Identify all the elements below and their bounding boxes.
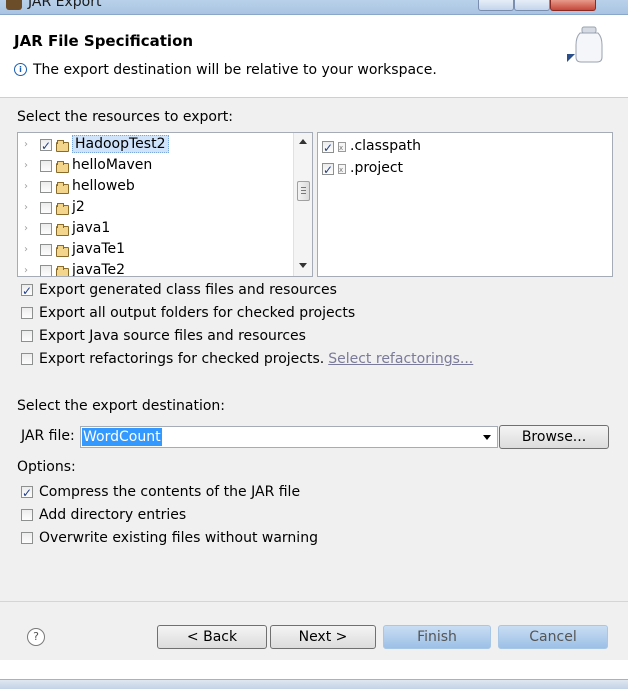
checkbox[interactable]	[21, 509, 33, 521]
tree-checkbox[interactable]	[40, 264, 52, 276]
tree-checkbox[interactable]	[40, 136, 52, 157]
file-icon	[338, 160, 346, 181]
select-refactorings-link[interactable]: Select refactorings...	[328, 351, 473, 367]
tree-scrollbar[interactable]	[293, 133, 312, 276]
browse-button[interactable]: Browse...	[499, 425, 609, 449]
tree-row-helloweb[interactable]: › helloweb	[18, 176, 293, 197]
tree-item-label: j2	[72, 199, 85, 215]
expand-chevron-icon[interactable]: ›	[24, 239, 34, 260]
resources-label: Select the resources to export:	[17, 109, 233, 125]
project-folder-icon	[56, 223, 69, 236]
compress-option[interactable]: Compress the contents of the JAR file	[21, 482, 301, 503]
option-label: Add directory entries	[39, 507, 187, 523]
tree-item-label: javaTe2	[72, 262, 126, 276]
tree-row-javate1[interactable]: › javaTe1	[18, 239, 293, 260]
checkbox[interactable]	[21, 532, 33, 544]
option-label: Export all output folders for checked pr…	[39, 305, 356, 321]
tree-checkbox[interactable]	[40, 159, 52, 172]
expand-chevron-icon[interactable]: ›	[24, 197, 34, 218]
overwrite-option[interactable]: Overwrite existing files without warning	[21, 528, 318, 548]
project-folder-icon	[56, 139, 69, 152]
dropdown-arrow-icon[interactable]	[483, 435, 491, 440]
scroll-thumb[interactable]	[297, 181, 310, 201]
expand-chevron-icon[interactable]: ›	[24, 260, 34, 276]
close-button[interactable]	[550, 0, 596, 11]
export-output-folders-option[interactable]: Export all output folders for checked pr…	[21, 303, 355, 323]
checkbox[interactable]	[21, 330, 33, 342]
file-row-project[interactable]: .project	[322, 158, 404, 181]
tree-item-label: helloMaven	[72, 157, 153, 173]
expand-chevron-icon[interactable]: ›	[24, 134, 34, 155]
tree-item-label: javaTe1	[72, 241, 126, 257]
tree-item-label: helloweb	[72, 178, 135, 194]
tree-checkbox[interactable]	[40, 222, 52, 235]
checkbox[interactable]	[21, 281, 33, 301]
option-label: Export generated class files and resourc…	[39, 282, 337, 298]
file-list[interactable]: .classpath .project	[317, 132, 613, 277]
checkbox[interactable]	[21, 483, 33, 503]
eclipse-app-icon	[6, 0, 22, 10]
file-icon	[338, 138, 346, 159]
jar-wizard-icon	[567, 26, 603, 63]
file-label: .project	[350, 160, 404, 176]
next-button[interactable]: Next >	[270, 625, 376, 649]
file-checkbox[interactable]	[322, 138, 334, 159]
checkbox[interactable]	[21, 307, 33, 319]
export-source-files-option[interactable]: Export Java source files and resources	[21, 326, 306, 346]
option-label: Compress the contents of the JAR file	[39, 484, 301, 500]
export-class-files-option[interactable]: Export generated class files and resourc…	[21, 280, 337, 301]
tree-row-java1[interactable]: › java1	[18, 218, 293, 239]
tree-row-javate2[interactable]: › javaTe2	[18, 260, 293, 276]
project-folder-icon	[56, 202, 69, 215]
destination-label: Select the export destination:	[17, 398, 226, 414]
info-icon: i	[14, 63, 27, 76]
scroll-up-icon[interactable]	[299, 139, 307, 144]
tree-checkbox[interactable]	[40, 243, 52, 256]
wizard-header: JAR File Specification i The export desti…	[0, 15, 628, 98]
page-title: JAR File Specification	[14, 32, 194, 50]
option-label: Export Java source files and resources	[39, 328, 306, 344]
option-label: Export refactorings for checked projects…	[39, 351, 325, 367]
tree-row-j2[interactable]: › j2	[18, 197, 293, 218]
scroll-down-icon[interactable]	[299, 263, 307, 268]
directory-entries-option[interactable]: Add directory entries	[21, 505, 186, 525]
project-folder-icon	[56, 265, 69, 276]
tree-item-label: HadoopTest2	[72, 135, 169, 153]
project-folder-icon	[56, 181, 69, 194]
expand-chevron-icon[interactable]: ›	[24, 218, 34, 239]
expand-chevron-icon[interactable]: ›	[24, 155, 34, 176]
export-refactorings-option[interactable]: Export refactorings for checked projects…	[21, 349, 473, 369]
help-icon[interactable]: ?	[27, 628, 45, 646]
jar-file-label: JAR file:	[21, 428, 75, 444]
project-folder-icon	[56, 160, 69, 173]
file-row-classpath[interactable]: .classpath	[322, 136, 422, 159]
options-label: Options:	[17, 459, 76, 475]
checkbox[interactable]	[21, 353, 33, 365]
minimize-button[interactable]	[478, 0, 514, 11]
finish-button[interactable]: Finish	[383, 625, 491, 649]
option-label: Overwrite existing files without warning	[39, 530, 318, 546]
jar-file-value[interactable]: WordCount	[82, 428, 162, 446]
file-label: .classpath	[350, 138, 422, 154]
file-checkbox[interactable]	[322, 160, 334, 181]
tree-checkbox[interactable]	[40, 180, 52, 193]
project-tree[interactable]: › HadoopTest2 › helloMaven › helloweb › …	[17, 132, 313, 277]
title-bar: JAR Export	[0, 0, 628, 15]
tree-row-hadooptest2[interactable]: › HadoopTest2	[18, 134, 293, 157]
maximize-button[interactable]	[514, 0, 550, 11]
window-title: JAR Export	[28, 0, 102, 10]
project-folder-icon	[56, 244, 69, 257]
expand-chevron-icon[interactable]: ›	[24, 176, 34, 197]
tree-item-label: java1	[72, 220, 111, 236]
back-button[interactable]: < Back	[157, 625, 267, 649]
header-message: i The export destination will be relative…	[14, 62, 437, 78]
tree-checkbox[interactable]	[40, 201, 52, 214]
header-message-text: The export destination will be relative …	[33, 62, 437, 78]
tree-row-hellomaven[interactable]: › helloMaven	[18, 155, 293, 176]
cancel-button[interactable]: Cancel	[498, 625, 608, 649]
jar-file-combo[interactable]: WordCount	[80, 426, 498, 448]
